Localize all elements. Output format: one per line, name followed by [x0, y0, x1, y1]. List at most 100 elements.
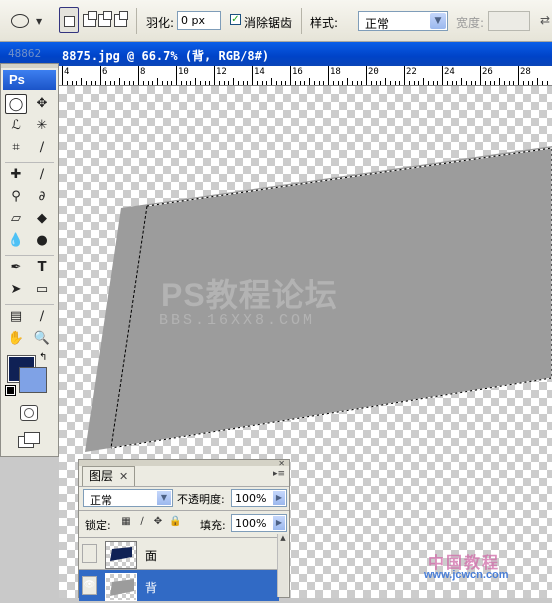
ruler-major-tick	[442, 66, 443, 85]
fill-label: 填充:	[200, 519, 226, 532]
ruler-minor-tick	[300, 81, 301, 85]
clone-stamp-tool-icon[interactable]: ⚲	[5, 187, 27, 207]
quick-mask-icon[interactable]	[20, 405, 38, 421]
brush-tool-icon[interactable]: ∕	[31, 165, 53, 185]
ruler-minor-tick	[133, 81, 134, 85]
lock-pixels-icon[interactable]: ∕	[137, 517, 147, 527]
visibility-toggle[interactable]	[82, 544, 97, 563]
ruler-minor-tick	[233, 78, 234, 85]
feather-label: 羽化:	[146, 16, 175, 30]
ruler-minor-tick	[423, 78, 424, 85]
add-to-selection-button[interactable]	[83, 11, 97, 27]
notes-tool-icon[interactable]: ▤	[5, 307, 27, 327]
elliptical-marquee-icon[interactable]	[11, 14, 29, 28]
scroll-up-icon[interactable]: ▲	[278, 534, 288, 544]
toolbox-grip[interactable]	[1, 64, 58, 68]
ruler-minor-tick	[271, 78, 272, 85]
toolbox: Ps ◯ ✥ ℒ ✳ ⌗ ∕ ✚ ∕ ⚲ ∂ ▱ ◆ 💧 ● ✒ T ➤ ▭ ▤…	[0, 63, 59, 457]
slice-tool-icon[interactable]: ∕	[31, 138, 53, 158]
document-title: 8875.jpg @ 66.7% (背, RGB/8#)	[62, 49, 270, 63]
ruler-minor-tick	[456, 81, 457, 85]
eye-icon[interactable]: 👁	[82, 576, 97, 595]
watermark-title: PS教程论坛	[161, 277, 338, 313]
crop-tool-icon[interactable]: ⌗	[5, 138, 27, 158]
ruler-minor-tick	[162, 81, 163, 85]
eyedropper-tool-icon[interactable]: ∕	[31, 307, 53, 327]
chevron-down-icon: ▼	[157, 491, 171, 505]
close-icon[interactable]: ✕	[119, 470, 128, 483]
ruler-minor-tick	[247, 81, 248, 85]
antialias-label: 消除锯齿	[244, 16, 293, 30]
background-color-swatch[interactable]	[19, 367, 47, 393]
lock-position-icon[interactable]: ✥	[153, 517, 163, 527]
ruler-minor-tick	[76, 81, 77, 85]
horizontal-ruler[interactable]: 4 6 8 10 12 14 16 18 20 22 24 26 28	[59, 66, 552, 86]
eraser-tool-icon[interactable]: ▱	[5, 209, 27, 229]
history-brush-tool-icon[interactable]: ∂	[31, 187, 53, 207]
ruler-minor-tick	[504, 81, 505, 85]
ruler-minor-tick	[67, 81, 68, 85]
screen-mode-icon[interactable]	[18, 432, 40, 448]
tab-layers[interactable]: 图层 ✕	[82, 466, 136, 487]
ruler-minor-tick	[91, 81, 92, 85]
ruler-label: 28	[520, 67, 531, 77]
pen-tool-icon[interactable]: ✒	[5, 258, 27, 278]
style-label: 样式:	[310, 16, 339, 30]
hand-tool-icon[interactable]: ✋	[5, 329, 27, 349]
layer-row-bei[interactable]: 👁 背	[79, 569, 279, 601]
subtract-from-selection-button[interactable]	[98, 11, 112, 27]
layers-scrollbar[interactable]: ▲	[277, 534, 288, 597]
panel-close-icon[interactable]: ✕	[278, 459, 285, 468]
antialias-checkbox[interactable]: ✓	[230, 14, 241, 25]
opacity-value: 100%	[235, 492, 267, 505]
type-tool-icon[interactable]: T	[31, 258, 53, 278]
ruler-minor-tick	[224, 81, 225, 85]
ruler-major-tick	[518, 66, 519, 85]
style-select[interactable]: 正常 ▼	[358, 11, 448, 31]
layer-row-mian[interactable]: 面	[79, 537, 279, 569]
swap-colors-icon[interactable]: ↰	[39, 352, 47, 363]
blend-mode-select[interactable]: 正常 ▼	[83, 489, 173, 507]
ruler-minor-tick	[547, 81, 548, 85]
ruler-minor-tick	[219, 81, 220, 85]
zoom-tool-icon[interactable]: 🔍	[31, 329, 53, 349]
default-colors-icon[interactable]	[5, 385, 16, 396]
fill-input[interactable]: 100% ▶	[231, 514, 287, 532]
ruler-minor-tick	[494, 81, 495, 85]
ruler-minor-tick	[447, 81, 448, 85]
ruler-minor-tick	[361, 81, 362, 85]
dodge-tool-icon[interactable]: ●	[31, 231, 53, 251]
path-selection-tool-icon[interactable]: ➤	[5, 280, 27, 300]
ruler-minor-tick	[167, 81, 168, 85]
ruler-minor-tick	[81, 78, 82, 85]
layer-thumbnail-shape	[110, 579, 134, 596]
opacity-input[interactable]: 100% ▶	[231, 489, 287, 507]
ruler-minor-tick	[338, 81, 339, 85]
new-selection-button[interactable]	[59, 7, 79, 33]
lasso-tool-icon[interactable]: ℒ	[5, 116, 27, 136]
ps-logo[interactable]: Ps	[3, 70, 56, 90]
paint-bucket-tool-icon[interactable]: ◆	[31, 209, 53, 229]
panel-menu-icon[interactable]: ▸≡	[273, 469, 285, 479]
ruler-major-tick	[328, 66, 329, 85]
tool-preset-dropdown-icon[interactable]: ▼	[36, 17, 42, 26]
lock-transparency-icon[interactable]: ▦	[121, 517, 131, 527]
move-tool-icon[interactable]: ✥	[31, 94, 53, 114]
blend-row: 正常 ▼ 不透明度: 100% ▶	[79, 486, 289, 509]
feather-input[interactable]: 0 px	[177, 11, 221, 30]
elliptical-marquee-tool-icon[interactable]: ◯	[5, 94, 27, 114]
ruler-minor-tick	[276, 81, 277, 85]
ruler-minor-tick	[390, 81, 391, 85]
ruler-minor-tick	[114, 81, 115, 85]
document-title-bar[interactable]: 48862 8875.jpg @ 66.7% (背, RGB/8#)	[0, 42, 552, 66]
layer-thumbnail-shape	[110, 547, 132, 561]
lock-all-icon[interactable]: 🔒	[169, 517, 181, 527]
healing-brush-tool-icon[interactable]: ✚	[5, 165, 27, 185]
rectangle-tool-icon[interactable]: ▭	[31, 280, 53, 300]
blur-tool-icon[interactable]: 💧	[5, 231, 27, 251]
intersect-selection-button[interactable]	[114, 11, 128, 27]
magic-wand-tool-icon[interactable]: ✳	[31, 116, 53, 136]
ruler-minor-tick	[437, 81, 438, 85]
width-input	[488, 11, 530, 31]
ruler-minor-tick	[395, 81, 396, 85]
